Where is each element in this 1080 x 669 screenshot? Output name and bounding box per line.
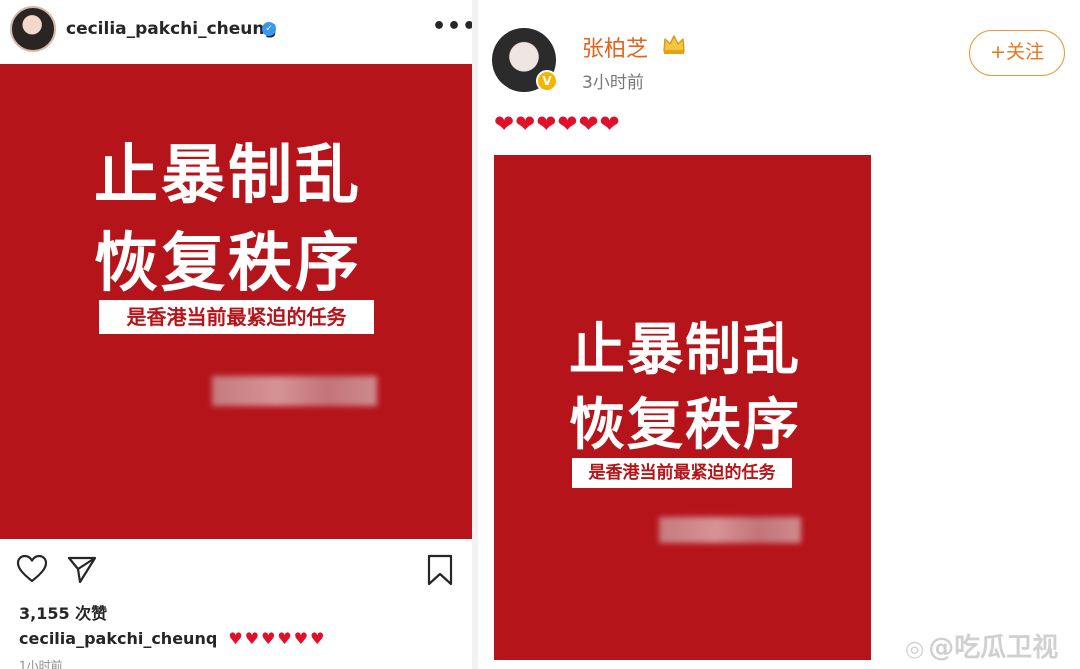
poster-subtitle: 是香港当前最紧迫的任务 bbox=[99, 300, 374, 334]
instagram-post: cecilia_pakchi_cheung ✓ ••• 止暴制乱 恢复秩序 是香… bbox=[0, 0, 476, 669]
weibo-username[interactable]: 张柏芝 bbox=[582, 31, 648, 63]
watermark-text: @吃瓜卫视 bbox=[928, 633, 1059, 663]
verified-icon: ✓ bbox=[262, 22, 276, 36]
follow-button[interactable]: +关注 bbox=[969, 30, 1065, 76]
post-header: cecilia_pakchi_cheung ✓ ••• bbox=[0, 0, 476, 62]
watermark: ◎ @吃瓜卫视 bbox=[905, 627, 1058, 664]
caption: cecilia_pakchi_cheunq ♥♥♥♥♥♥ bbox=[19, 629, 326, 648]
heart-outline-icon[interactable] bbox=[16, 554, 48, 584]
post-image[interactable]: 止暴制乱 恢复秩序 是香港当前最紧迫的任务 bbox=[0, 64, 472, 539]
post-text-hearts: ❤❤❤❤❤❤ bbox=[494, 110, 621, 138]
crown-icon bbox=[663, 35, 685, 54]
caption-username[interactable]: cecilia_pakchi_cheunq bbox=[19, 629, 217, 648]
v-badge-icon: V bbox=[536, 70, 558, 92]
poster-headline-2: 恢复秩序 bbox=[569, 393, 801, 458]
blurred-signature bbox=[659, 517, 801, 543]
avatar[interactable] bbox=[10, 6, 56, 52]
poster-headline-2: 恢复秩序 bbox=[94, 227, 362, 301]
send-icon[interactable] bbox=[66, 554, 98, 584]
poster-headline-1: 止暴制乱 bbox=[569, 318, 801, 383]
post-time: 3小时前 bbox=[582, 73, 644, 93]
poster-subtitle: 是香港当前最紧迫的任务 bbox=[572, 458, 792, 488]
blurred-signature bbox=[212, 376, 377, 406]
weibo-logo-icon: ◎ bbox=[905, 637, 925, 662]
more-icon[interactable]: ••• bbox=[432, 14, 477, 39]
username[interactable]: cecilia_pakchi_cheung bbox=[66, 19, 277, 39]
action-bar bbox=[0, 548, 472, 592]
post-image[interactable]: 止暴制乱 恢复秩序 是香港当前最紧迫的任务 bbox=[494, 155, 871, 660]
post-time: 1小时前 bbox=[19, 659, 63, 669]
poster-headline-1: 止暴制乱 bbox=[94, 139, 362, 213]
caption-hearts: ♥♥♥♥♥♥ bbox=[228, 629, 327, 648]
bookmark-icon[interactable] bbox=[426, 554, 454, 586]
like-count[interactable]: 3,155 次赞 bbox=[19, 600, 107, 624]
